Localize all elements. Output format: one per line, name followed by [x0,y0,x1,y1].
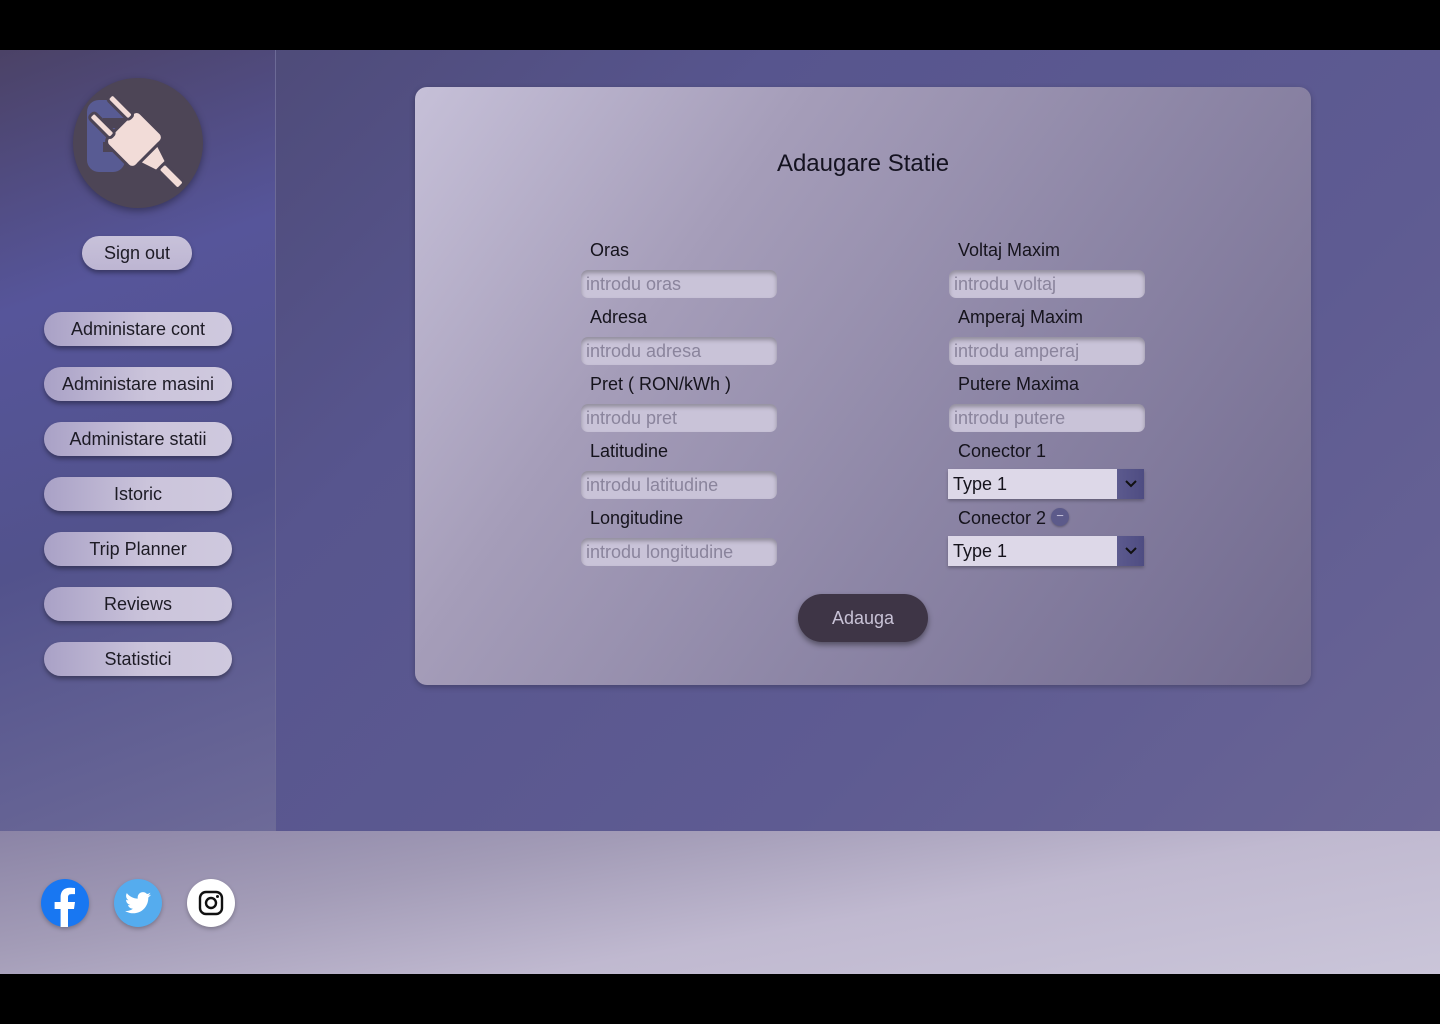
putere-input[interactable] [949,404,1145,432]
putere-label: Putere Maxima [958,374,1080,394]
conector-2-select[interactable]: Type 1 [948,536,1144,566]
remove-connector-button[interactable]: − [1051,508,1069,526]
sidebar: Sign out Administare cont Administare ma… [0,50,276,831]
longitudine-label: Longitudine [590,508,684,528]
chevron-down-icon[interactable] [1117,469,1144,499]
plug-logo-icon [73,78,203,208]
chevron-down-icon[interactable] [1117,536,1144,566]
page-title: Adaugare Statie [776,150,950,177]
adauga-button[interactable]: Adauga [798,594,928,642]
nav-trip-planner[interactable]: Trip Planner [44,532,232,566]
amperaj-label: Amperaj Maxim [958,307,1084,327]
instagram-icon[interactable] [187,879,235,927]
twitter-icon[interactable] [114,879,162,927]
voltaj-input[interactable] [949,270,1145,298]
amperaj-input[interactable] [949,337,1145,365]
oras-label: Oras [590,240,630,260]
conector-1-value: Type 1 [953,473,1008,494]
nav-istoric[interactable]: Istoric [44,477,232,511]
bottom-black-bar [0,974,1440,1024]
latitudine-input[interactable] [581,471,777,499]
nav-administrare-statii[interactable]: Administare statii [44,422,232,456]
adresa-label: Adresa [590,307,648,327]
sign-out-button[interactable]: Sign out [82,236,192,270]
app-main: Sign out Administare cont Administare ma… [0,50,1440,831]
footer [0,831,1440,974]
oras-input[interactable] [581,270,777,298]
voltaj-label: Voltaj Maxim [958,240,1061,260]
top-black-bar [0,0,1440,50]
conector-2-value: Type 1 [953,540,1008,561]
longitudine-input[interactable] [581,538,777,566]
latitudine-label: Latitudine [590,441,669,461]
conector-2-label: Conector 2 [958,508,1047,528]
conector-1-label: Conector 1 [958,441,1047,461]
nav-statistici[interactable]: Statistici [44,642,232,676]
add-station-card: Adaugare Statie Oras Adresa Pret ( RON/k… [415,87,1311,685]
pret-input[interactable] [581,404,777,432]
pret-label: Pret ( RON/kWh ) [590,374,732,394]
nav-administrare-cont[interactable]: Administare cont [44,312,232,346]
adresa-input[interactable] [581,337,777,365]
facebook-icon[interactable] [41,879,89,927]
nav-reviews[interactable]: Reviews [44,587,232,621]
nav-administrare-masini[interactable]: Administare masini [44,367,232,401]
conector-1-select[interactable]: Type 1 [948,469,1144,499]
